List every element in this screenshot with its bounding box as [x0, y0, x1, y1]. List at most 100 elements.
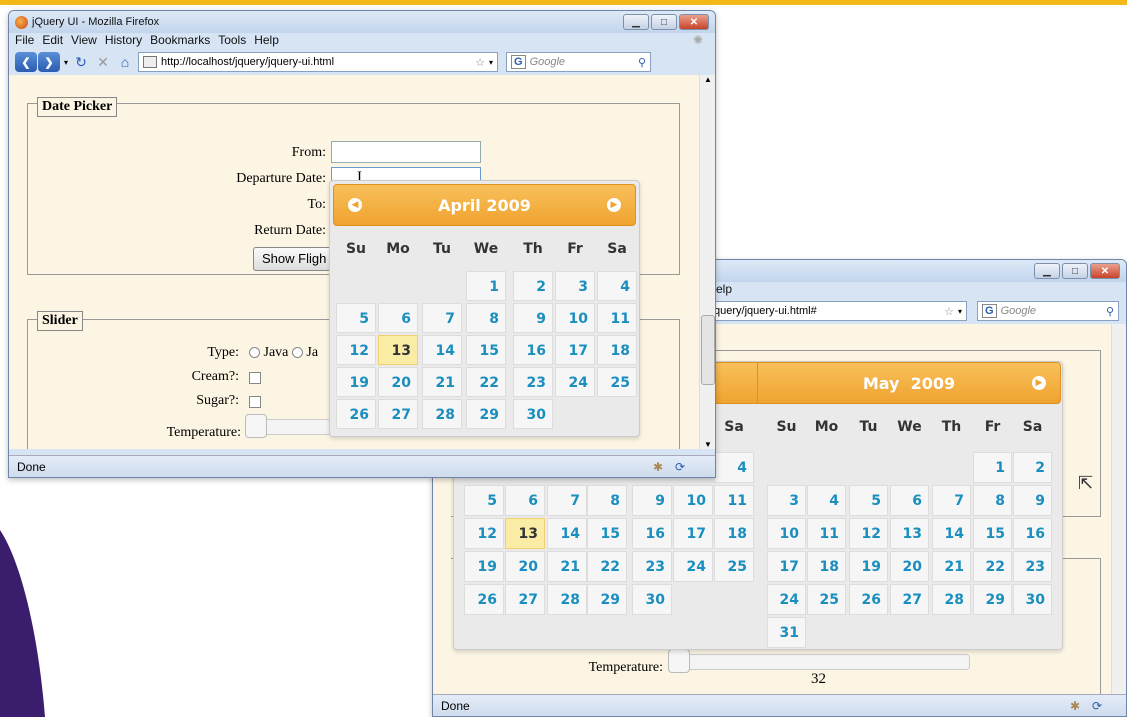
calendar-day-11[interactable]: 11 [597, 303, 637, 333]
search-icon[interactable]: ⚲ [638, 56, 646, 69]
calendar-day-15[interactable]: 15 [973, 518, 1012, 549]
temperature-slider[interactable] [678, 654, 970, 670]
calendar-day-6[interactable]: 6 [378, 303, 418, 333]
menu-help[interactable]: elp [716, 282, 732, 298]
calendar-day-30[interactable]: 30 [513, 399, 553, 429]
calendar-day-16[interactable]: 16 [1013, 518, 1052, 549]
search-icon[interactable]: ⚲ [1106, 305, 1114, 318]
dropdown-icon[interactable]: ▾ [958, 307, 962, 316]
sync-icon[interactable]: ⟳ [675, 460, 685, 474]
calendar-day-26[interactable]: 26 [464, 584, 504, 615]
calendar-day-8[interactable]: 8 [587, 485, 627, 516]
calendar-day-10[interactable]: 10 [673, 485, 713, 516]
calendar-day-12[interactable]: 12 [849, 518, 888, 549]
calendar-day-13[interactable]: 13 [890, 518, 929, 549]
menu-file[interactable]: File [15, 33, 34, 49]
calendar-day-18[interactable]: 18 [597, 335, 637, 365]
reload-icon[interactable]: ↻ [72, 53, 90, 71]
calendar-day-15[interactable]: 15 [587, 518, 627, 549]
calendar-day-31[interactable]: 31 [767, 617, 806, 648]
calendar-day-29[interactable]: 29 [973, 584, 1012, 615]
menu-history[interactable]: History [105, 33, 142, 49]
calendar-day-29[interactable]: 29 [466, 399, 506, 429]
calendar-day-29[interactable]: 29 [587, 584, 627, 615]
menu-tools[interactable]: Tools [218, 33, 246, 49]
type-radio-java[interactable] [249, 347, 260, 359]
calendar-day-14[interactable]: 14 [547, 518, 587, 549]
calendar-day-17[interactable]: 17 [767, 551, 806, 582]
calendar-day-4[interactable]: 4 [714, 452, 754, 483]
from-input[interactable] [331, 141, 481, 163]
calendar-day-23[interactable]: 23 [632, 551, 672, 582]
calendar-day-5[interactable]: 5 [464, 485, 504, 516]
close-icon[interactable]: ✕ [1090, 263, 1120, 279]
calendar-day-15[interactable]: 15 [466, 335, 506, 365]
star-icon[interactable]: ☆ [944, 305, 954, 318]
calendar-day-13[interactable]: 13 [378, 335, 418, 365]
calendar-day-4[interactable]: 4 [807, 485, 846, 516]
maximize-icon[interactable]: □ [1062, 263, 1088, 279]
scroll-down-icon[interactable]: ▼ [700, 440, 715, 449]
calendar-day-28[interactable]: 28 [932, 584, 971, 615]
calendar-day-7[interactable]: 7 [547, 485, 587, 516]
calendar-day-12[interactable]: 12 [336, 335, 376, 365]
next-month-icon[interactable]: ▶ [607, 198, 621, 212]
google-icon[interactable]: G [982, 304, 997, 318]
menu-view[interactable]: View [71, 33, 97, 49]
type-radio-2[interactable] [291, 347, 303, 359]
addon-icon[interactable]: ✱ [1070, 699, 1080, 713]
calendar-day-4[interactable]: 4 [597, 271, 637, 301]
calendar-day-28[interactable]: 28 [422, 399, 462, 429]
calendar-day-23[interactable]: 23 [1013, 551, 1052, 582]
calendar-day-21[interactable]: 21 [422, 367, 462, 397]
maximize-icon[interactable]: □ [651, 14, 677, 30]
calendar-day-20[interactable]: 20 [890, 551, 929, 582]
temperature-slider-handle[interactable] [245, 414, 267, 438]
calendar-day-8[interactable]: 8 [466, 303, 506, 333]
calendar-day-17[interactable]: 17 [555, 335, 595, 365]
calendar-day-13[interactable]: 13 [505, 518, 545, 549]
calendar-day-19[interactable]: 19 [464, 551, 504, 582]
calendar-day-22[interactable]: 22 [973, 551, 1012, 582]
calendar-day-2[interactable]: 2 [1013, 452, 1052, 483]
stop-icon[interactable]: ✕ [94, 53, 112, 71]
calendar-day-18[interactable]: 18 [714, 518, 754, 549]
calendar-day-14[interactable]: 14 [932, 518, 971, 549]
temperature-slider-handle[interactable] [668, 649, 690, 673]
calendar-day-7[interactable]: 7 [422, 303, 462, 333]
calendar-day-11[interactable]: 11 [714, 485, 754, 516]
calendar-day-18[interactable]: 18 [807, 551, 846, 582]
sugar-checkbox[interactable] [249, 396, 261, 408]
calendar-day-3[interactable]: 3 [767, 485, 806, 516]
calendar-day-2[interactable]: 2 [513, 271, 553, 301]
calendar-day-17[interactable]: 17 [673, 518, 713, 549]
calendar-day-5[interactable]: 5 [849, 485, 888, 516]
calendar-day-30[interactable]: 30 [632, 584, 672, 615]
vertical-scrollbar[interactable] [1111, 324, 1126, 696]
calendar-day-26[interactable]: 26 [336, 399, 376, 429]
sync-icon[interactable]: ⟳ [1092, 699, 1102, 713]
prev-month-icon[interactable]: ◀ [348, 198, 362, 212]
calendar-day-22[interactable]: 22 [466, 367, 506, 397]
menu-help[interactable]: Help [254, 33, 279, 49]
calendar-day-26[interactable]: 26 [849, 584, 888, 615]
calendar-day-10[interactable]: 10 [767, 518, 806, 549]
addon-icon[interactable]: ✱ [653, 460, 663, 474]
calendar-day-7[interactable]: 7 [932, 485, 971, 516]
star-icon[interactable]: ☆ [475, 56, 485, 69]
history-dropdown-icon[interactable]: ▾ [64, 58, 68, 67]
calendar-day-27[interactable]: 27 [378, 399, 418, 429]
calendar-day-14[interactable]: 14 [422, 335, 462, 365]
calendar-day-6[interactable]: 6 [890, 485, 929, 516]
close-icon[interactable]: ✕ [679, 14, 709, 30]
calendar-day-25[interactable]: 25 [597, 367, 637, 397]
search-box[interactable]: G Google ⚲ [977, 301, 1119, 321]
minimize-icon[interactable]: ▁ [1034, 263, 1060, 279]
menu-bookmarks[interactable]: Bookmarks [150, 33, 210, 49]
calendar-day-24[interactable]: 24 [673, 551, 713, 582]
calendar-day-24[interactable]: 24 [555, 367, 595, 397]
search-box[interactable]: G Google ⚲ [506, 52, 652, 72]
back-icon[interactable]: ❮ [15, 52, 37, 72]
calendar-day-24[interactable]: 24 [767, 584, 806, 615]
calendar-day-30[interactable]: 30 [1013, 584, 1052, 615]
